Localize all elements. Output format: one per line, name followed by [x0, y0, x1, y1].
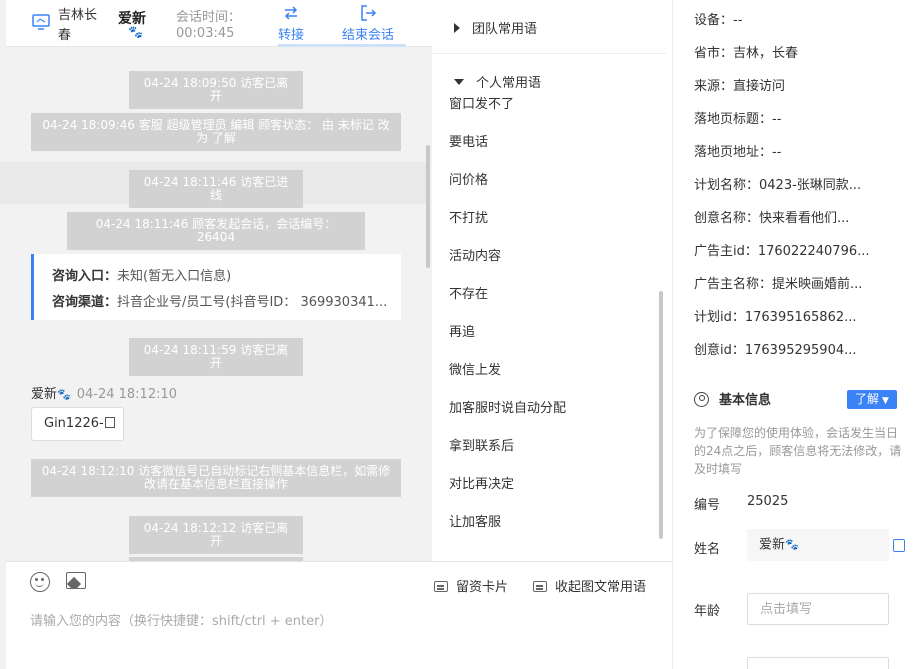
- phrase-item[interactable]: 不存在: [449, 283, 488, 302]
- consult-entry-value: 未知(暂无入口信息): [117, 269, 232, 284]
- consult-entry-label: 咨询入口：: [52, 269, 118, 284]
- age-label: 年龄: [694, 604, 721, 619]
- message-time: 04-24 18:12:10: [76, 387, 178, 402]
- basic-info-title: 基本信息: [694, 389, 771, 408]
- info-advertiser-id: 广告主id：176022240796...: [694, 244, 870, 259]
- transfer-icon: [284, 6, 298, 20]
- name-field[interactable]: 爱新🐾: [747, 529, 889, 561]
- message-input[interactable]: 请输入您的内容（换行快捷键：shift/ctrl + enter）: [30, 610, 333, 629]
- system-message: 04-24 18:11:46 顾客发起会话，会话编号：26404: [67, 212, 365, 250]
- info-landing-title: 落地页标题：--: [694, 112, 782, 127]
- caret-down-icon: ▼: [882, 396, 889, 406]
- chat-header: 吉林长春 爱新 🐾 会话时间： 00:03:45 转接 结束会话: [6, 0, 432, 47]
- session-time-value: 00:03:45: [176, 26, 235, 41]
- chat-workspace: 吉林长春 爱新 🐾 会话时间： 00:03:45 转接 结束会话 04-24 1…: [0, 0, 924, 669]
- info-landing-url: 落地页地址：--: [694, 145, 782, 160]
- lead-card-button[interactable]: 留资卡片: [434, 576, 508, 595]
- consult-channel-label: 咨询渠道：: [52, 295, 118, 310]
- phrase-item[interactable]: 对比再决定: [449, 473, 514, 492]
- system-message: 04-24 18:11:59 访客已离开: [129, 338, 303, 376]
- system-message: 04-24 18:11:46 访客已进线: [129, 170, 303, 208]
- copy-icon[interactable]: [104, 417, 115, 428]
- phrase-item[interactable]: 窗口发不了: [449, 93, 514, 112]
- phrase-item[interactable]: 微信上发: [449, 359, 501, 378]
- phrase-item[interactable]: 不打扰: [449, 207, 488, 226]
- exit-icon: [361, 5, 377, 21]
- info-creative-id: 创意id：176395295904...: [694, 343, 857, 358]
- id-value: 25025: [747, 494, 789, 509]
- message-text: Gin1226-: [44, 416, 104, 431]
- basic-info-label: 基本信息: [719, 393, 772, 408]
- customer-status-dropdown[interactable]: 了解 ▼: [847, 390, 897, 409]
- age-input[interactable]: [747, 593, 889, 625]
- session-time-label: 会话时间：: [176, 10, 242, 25]
- phrase-item[interactable]: 问价格: [449, 169, 488, 188]
- info-device: 设备：--: [694, 13, 743, 28]
- phrase-item[interactable]: 让加客服: [449, 511, 501, 530]
- copy-icon[interactable]: [893, 539, 905, 552]
- image-icon[interactable]: [66, 572, 86, 589]
- info-advertiser-name: 广告主名称：提米映画婚前...: [694, 277, 863, 292]
- end-session-label: 结束会话: [342, 28, 395, 43]
- user-circle-icon: [694, 392, 709, 407]
- info-creative-name: 创意名称：快来看看他们...: [694, 211, 850, 226]
- chat-scrollbar[interactable]: [426, 145, 430, 268]
- phrase-item[interactable]: 活动内容: [449, 245, 501, 264]
- consult-channel-row: 咨询渠道：抖音企业号/员工号(抖音号ID： 369930341...: [52, 290, 392, 316]
- basic-info-tip: 为了保障您的使用体验，会话发生当日的24点之后，顾客信息将无法修改，请及时填写: [694, 426, 902, 476]
- info-source: 来源：直接访问: [694, 79, 786, 94]
- personal-phrases-title: 个人常用语: [476, 76, 542, 91]
- system-message: 04-24 18:12:12 访客已离开: [129, 516, 303, 554]
- phrases-scrollbar[interactable]: [659, 291, 663, 539]
- consult-info-card: 咨询入口：未知(暂无入口信息) 咨询渠道：抖音企业号/员工号(抖音号ID： 36…: [31, 254, 401, 320]
- phrases-panel: 团队常用语 个人常用语 窗口发不了 要电话 问价格 不打扰 活动内容 不存在 再…: [432, 0, 672, 561]
- phrase-item[interactable]: 拿到联系后: [449, 435, 514, 454]
- sender-name: 爱新: [31, 387, 58, 402]
- message-icon: [533, 581, 547, 592]
- collapse-phrases-label: 收起图文常用语: [555, 580, 647, 595]
- personal-phrases-toggle[interactable]: 个人常用语: [454, 72, 541, 91]
- system-message: 04-24 18:12:10 访客微信号已自动标记右侧基本信息栏，如需修改请在基…: [31, 459, 401, 497]
- emoji-icon[interactable]: [30, 572, 50, 592]
- paw-emoji-icon: 🐾: [128, 25, 143, 39]
- info-plan-id: 计划id：176395165862...: [694, 310, 857, 325]
- phrase-item[interactable]: 再追: [449, 321, 475, 340]
- monitor-icon: [32, 14, 50, 30]
- info-province: 省市：吉林，长春: [694, 46, 799, 61]
- paw-emoji-icon: 🐾: [785, 538, 799, 551]
- id-label: 编号: [694, 498, 721, 513]
- card-icon: [434, 581, 448, 592]
- collapse-phrases-button[interactable]: 收起图文常用语: [533, 576, 646, 595]
- phrase-item[interactable]: 要电话: [449, 131, 488, 150]
- end-session-button[interactable]: 结束会话: [342, 4, 394, 43]
- divider: [432, 53, 666, 54]
- name-value: 爱新: [759, 537, 786, 553]
- name-label: 姓名: [694, 542, 721, 557]
- paw-emoji-icon: 🐾: [57, 388, 71, 401]
- consult-channel-value: 抖音企业号/员工号(抖音号ID： 369930341...: [117, 295, 388, 310]
- customer-status-label: 了解: [855, 392, 880, 406]
- message-composer: 留资卡片 收起图文常用语 请输入您的内容（换行快捷键：shift/ctrl + …: [6, 561, 672, 669]
- lead-card-label: 留资卡片: [456, 580, 509, 595]
- next-field-partial[interactable]: [747, 657, 889, 669]
- team-phrases-toggle[interactable]: 团队常用语: [454, 18, 537, 37]
- team-phrases-title: 团队常用语: [472, 22, 538, 37]
- system-message: 04-24 18:09:50 访客已离开: [129, 71, 303, 109]
- message-bubble[interactable]: Gin1226-: [31, 407, 124, 441]
- phrase-item[interactable]: 加客服时说自动分配: [449, 397, 566, 416]
- transfer-label: 转接: [278, 28, 305, 43]
- transfer-button[interactable]: 转接: [278, 4, 304, 43]
- visitor-location: 吉林长春: [58, 8, 98, 43]
- visitor-info-panel: 设备：-- 省市：吉林，长春 来源：直接访问 落地页标题：-- 落地页地址：--…: [672, 0, 924, 669]
- message-sender: 爱新🐾 04-24 18:12:10: [31, 383, 177, 402]
- info-plan-name: 计划名称：0423-张琳同款...: [694, 178, 862, 193]
- consult-entry-row: 咨询入口：未知(暂无入口信息): [52, 264, 392, 290]
- system-message: 04-24 18:09:46 客服 超级管理员 编辑 顾客状态： 由 未标记 改…: [31, 113, 401, 151]
- caret-down-icon: [454, 79, 464, 85]
- header-underline: [278, 44, 406, 47]
- caret-right-icon: [454, 23, 460, 33]
